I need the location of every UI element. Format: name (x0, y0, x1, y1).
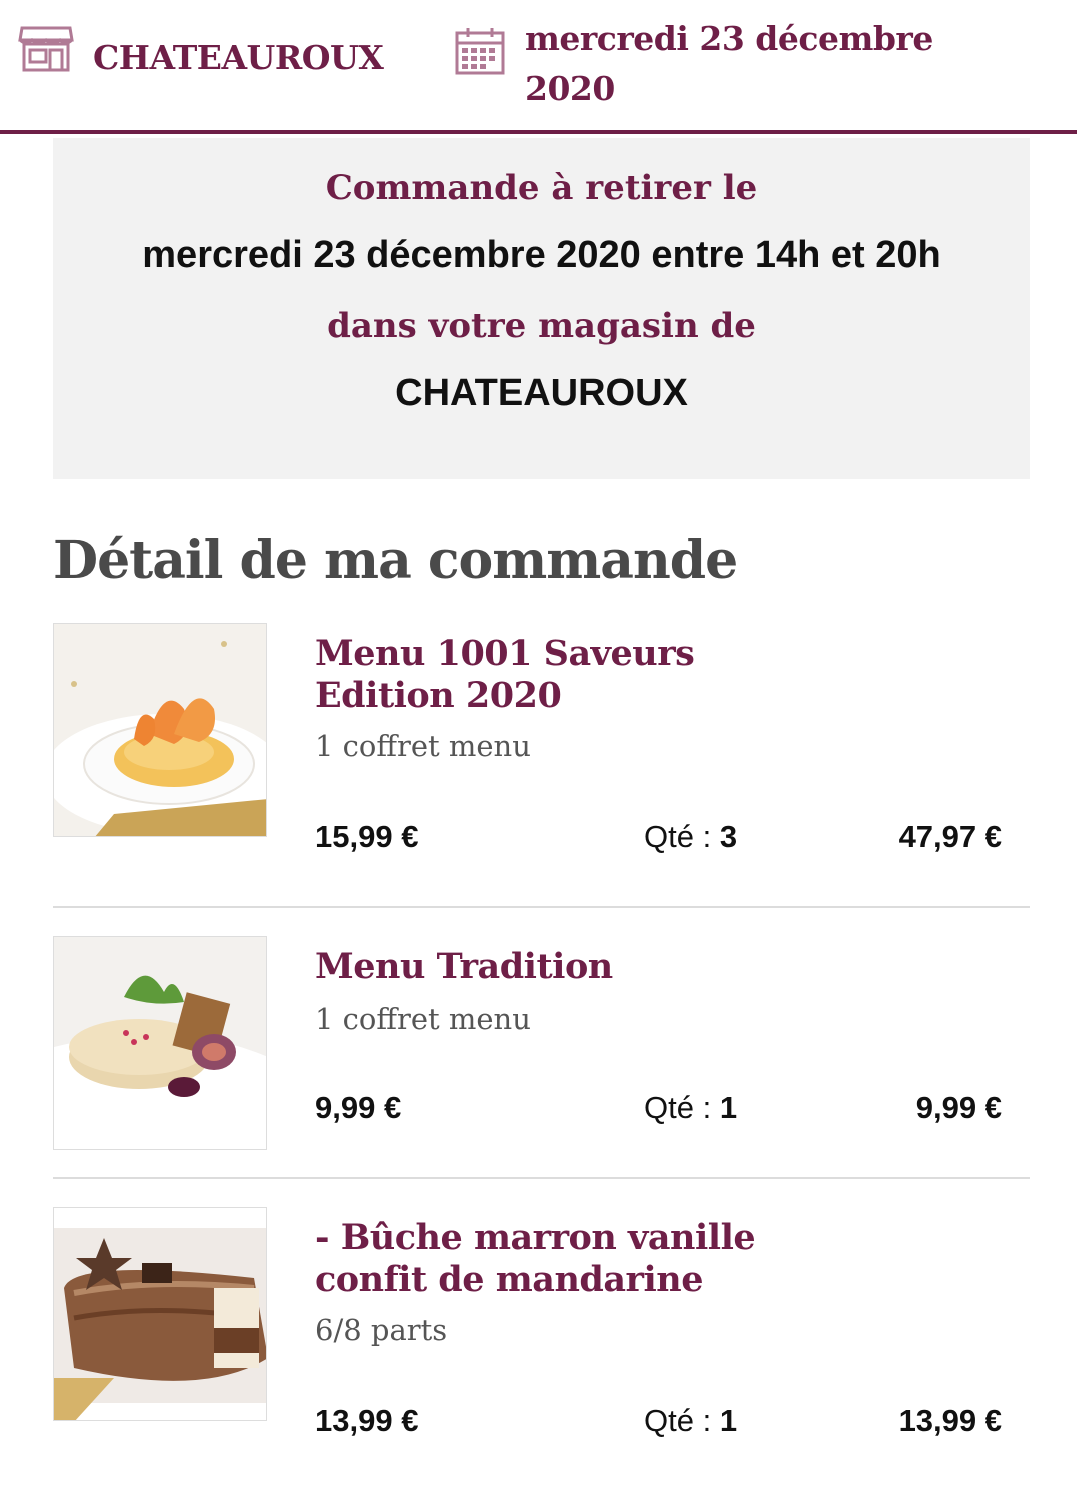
pickup-intro: Commande à retirer le (325, 168, 758, 208)
pickup-store-intro: dans votre magasin de (327, 306, 756, 346)
order-item[interactable]: Menu 1001 Saveurs Edition 2020 1 coffret… (53, 623, 1030, 855)
item-total: 47,97 € (898, 819, 1002, 854)
store-icon[interactable] (18, 24, 74, 74)
order-item[interactable]: Menu Tradition 1 coffret menu 9,99 € Qté… (53, 936, 1030, 1156)
header-pickup-date[interactable]: mercredi 23 décembre 2020 (525, 14, 945, 114)
pickup-info-panel: Commande à retirer le mercredi 23 décemb… (53, 138, 1030, 479)
product-image-menu-1001-saveurs[interactable] (53, 623, 267, 837)
header-bar: CHATEAUROUX mercredi 23 décembre 2020 (0, 0, 1077, 134)
header-store-name[interactable]: CHATEAUROUX (93, 38, 384, 77)
pickup-store-name: CHATEAUROUX (395, 372, 688, 414)
item-name[interactable]: - Bûche marron vanille confit de mandari… (315, 1217, 835, 1301)
item-quantity: Qté : 3 (644, 819, 737, 855)
item-total: 9,99 € (915, 1090, 1002, 1125)
item-name[interactable]: Menu 1001 Saveurs Edition 2020 (315, 633, 835, 717)
item-subtitle: 1 coffret menu (315, 1002, 531, 1036)
item-name[interactable]: Menu Tradition (315, 946, 835, 988)
product-image-menu-tradition[interactable] (53, 936, 267, 1150)
calendar-icon[interactable] (455, 27, 505, 75)
item-subtitle: 6/8 parts (315, 1313, 448, 1347)
product-image-buche-marron[interactable] (53, 1207, 267, 1421)
qty-label: Qté : (644, 819, 720, 854)
item-quantity: Qté : 1 (644, 1403, 737, 1439)
item-divider (53, 1177, 1030, 1179)
qty-label: Qté : (644, 1090, 720, 1125)
qty-label: Qté : (644, 1403, 720, 1438)
item-subtitle: 1 coffret menu (315, 729, 531, 763)
item-unit-price: 13,99 € (315, 1403, 419, 1438)
item-divider (53, 906, 1030, 908)
pickup-datetime: mercredi 23 décembre 2020 entre 14h et 2… (142, 234, 941, 276)
qty-value: 1 (719, 1090, 738, 1125)
order-item[interactable]: - Bûche marron vanille confit de mandari… (53, 1207, 1030, 1439)
item-unit-price: 15,99 € (315, 819, 419, 854)
qty-value: 3 (719, 819, 738, 854)
item-unit-price: 9,99 € (315, 1090, 402, 1125)
qty-value: 1 (719, 1403, 738, 1438)
item-quantity: Qté : 1 (644, 1090, 737, 1126)
item-total: 13,99 € (898, 1403, 1002, 1438)
order-detail-title: Détail de ma commande (53, 530, 738, 591)
